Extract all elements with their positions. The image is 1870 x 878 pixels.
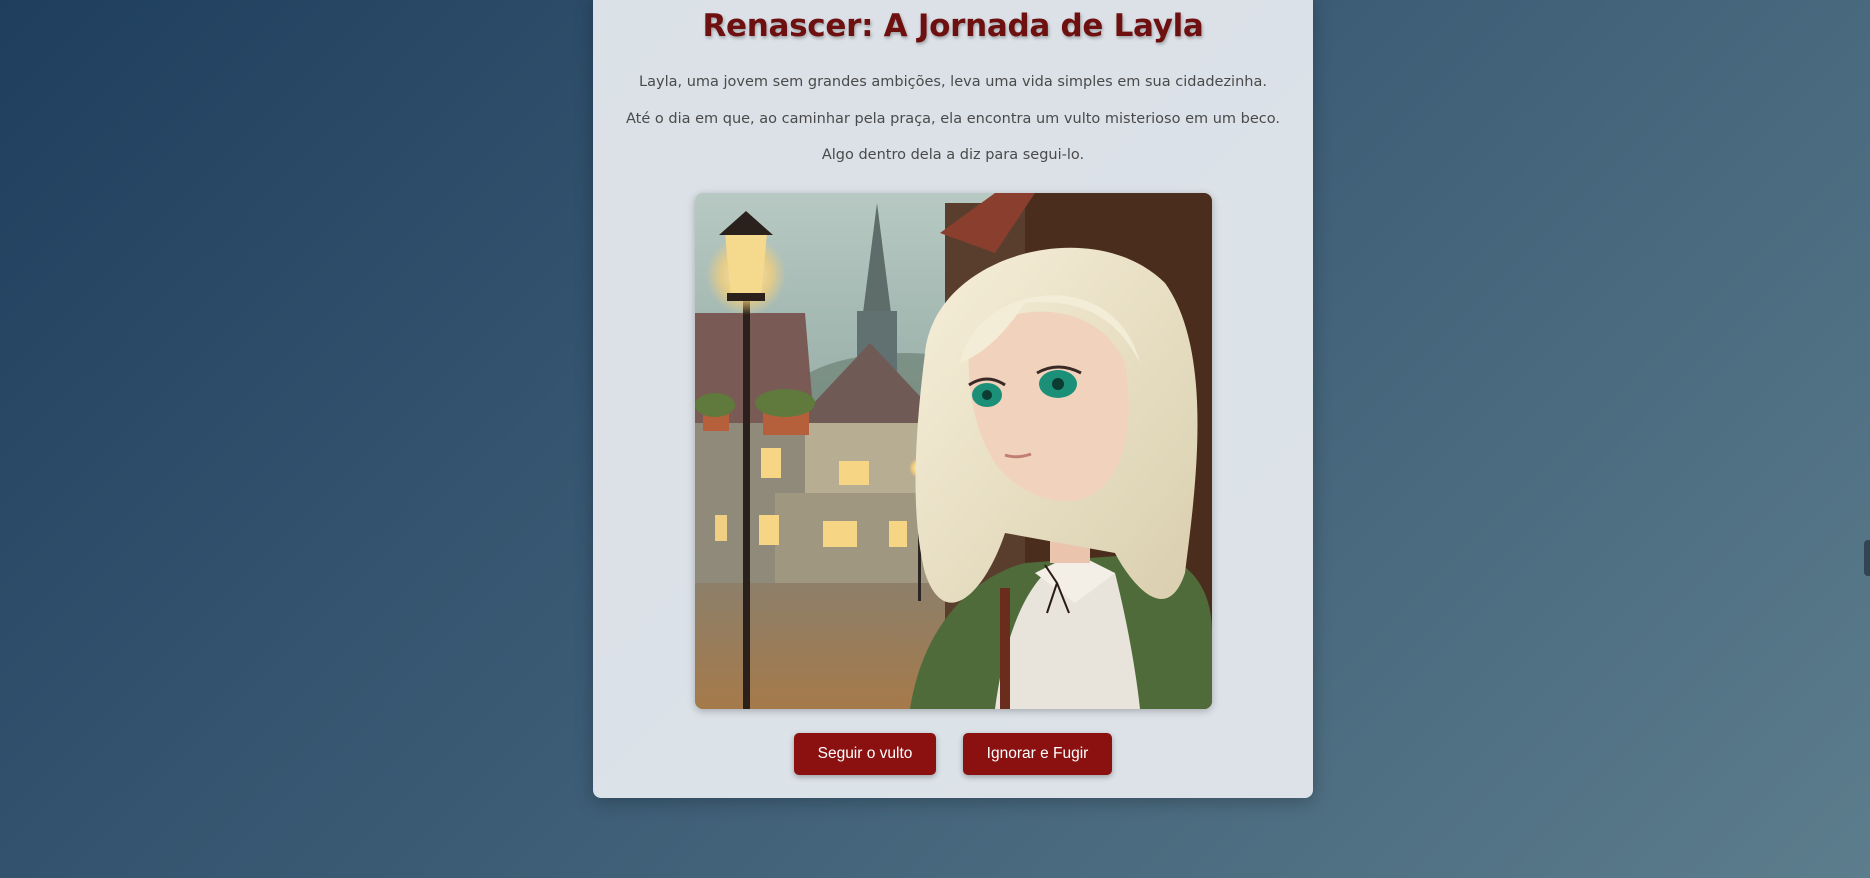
story-paragraph-2: Até o dia em que, ao caminhar pela praça… xyxy=(626,111,1280,127)
ignore-and-flee-button[interactable]: Ignorar e Fugir xyxy=(963,733,1112,775)
story-illustration xyxy=(695,193,1212,709)
story-paragraph-1: Layla, uma jovem sem grandes ambições, l… xyxy=(639,74,1267,90)
scrollbar-handle[interactable] xyxy=(1864,540,1870,576)
story-title: Renascer: A Jornada de Layla xyxy=(702,8,1204,44)
follow-figure-button[interactable]: Seguir o vulto xyxy=(794,733,936,775)
story-card: Renascer: A Jornada de Layla Layla, uma … xyxy=(593,0,1313,798)
story-paragraph-3: Algo dentro dela a diz para segui-lo. xyxy=(821,147,1085,163)
